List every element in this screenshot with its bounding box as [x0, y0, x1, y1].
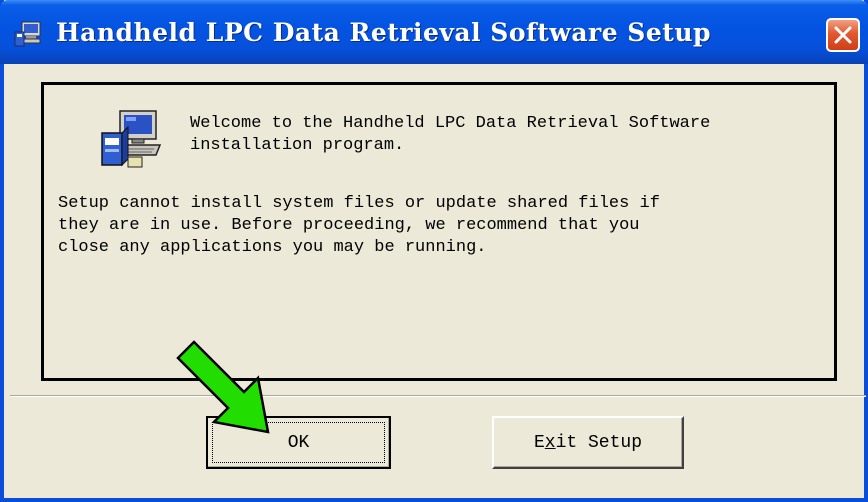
close-icon: [834, 26, 852, 44]
window-title: Handheld LPC Data Retrieval Software Set…: [56, 18, 711, 47]
mnemonic-underline: x: [544, 433, 556, 453]
title-bar[interactable]: Handheld LPC Data Retrieval Software Set…: [0, 0, 868, 64]
setup-computer-icon: [101, 110, 162, 168]
exit-setup-button-label: Exit Setup: [533, 433, 643, 453]
close-button[interactable]: [826, 18, 860, 52]
ok-button[interactable]: OK: [206, 416, 391, 469]
exit-setup-button[interactable]: Exit Setup: [492, 416, 684, 469]
welcome-panel: Welcome to the Handheld LPC Data Retriev…: [41, 82, 837, 381]
divider: [10, 395, 866, 397]
setup-info-message: Setup cannot install system files or upd…: [58, 194, 660, 257]
ok-button-label: OK: [287, 433, 310, 453]
setup-app-icon: [14, 21, 41, 47]
welcome-message: Welcome to the Handheld LPC Data Retriev…: [190, 114, 711, 155]
setup-dialog-window: Handheld LPC Data Retrieval Software Set…: [0, 0, 868, 502]
